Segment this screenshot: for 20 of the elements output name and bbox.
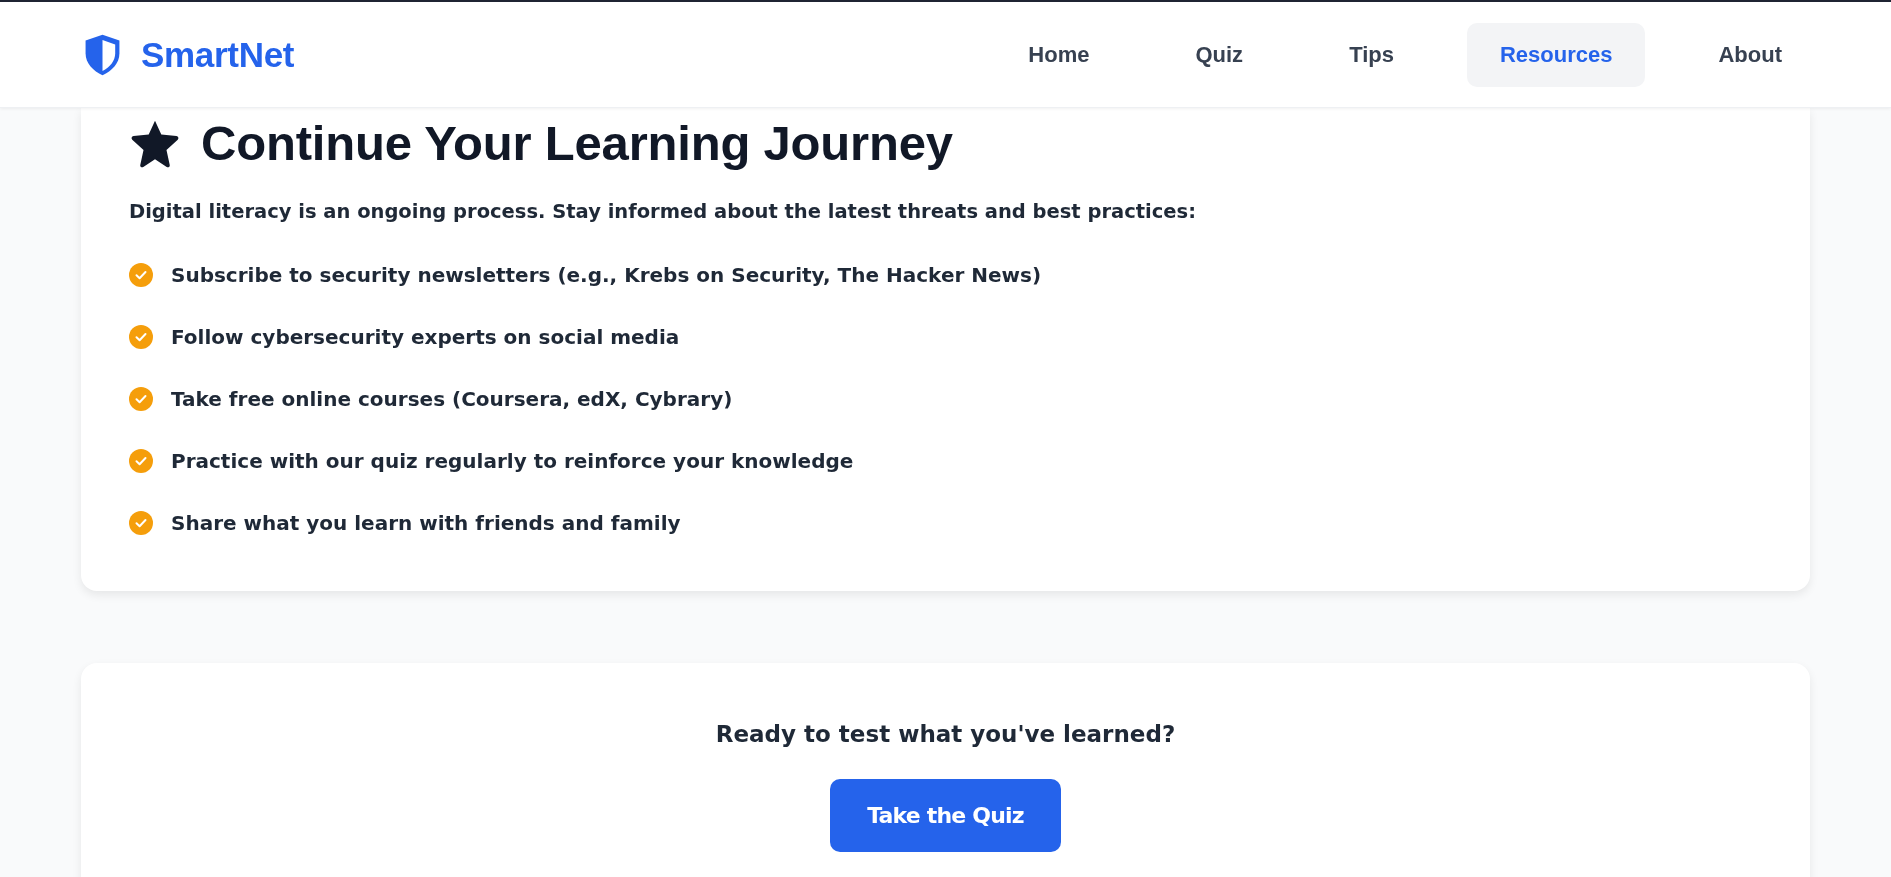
list-item-text: Follow cybersecurity experts on social media bbox=[171, 324, 680, 351]
logo-text[interactable]: SmartNet bbox=[141, 34, 295, 75]
nav-link[interactable]: Home bbox=[995, 22, 1123, 87]
take-quiz-button[interactable]: Take the Quiz bbox=[830, 779, 1061, 852]
check-circle-icon bbox=[129, 263, 153, 287]
nav-link[interactable]: Resources bbox=[1466, 22, 1646, 87]
list-item-text: Practice with our quiz regularly to reinforce your knowledge bbox=[171, 448, 854, 475]
section-title: Continue Your Learning Journey bbox=[201, 115, 953, 172]
nav-link[interactable]: Tips bbox=[1316, 22, 1427, 87]
cta-prompt: Ready to test what you've learned? bbox=[715, 720, 1176, 749]
check-circle-icon bbox=[129, 325, 153, 349]
nav-link[interactable]: About bbox=[1685, 22, 1815, 87]
nav-link[interactable]: Quiz bbox=[1162, 22, 1277, 87]
list-item-text: Take free online courses (Coursera, edX, Cybrary) bbox=[171, 386, 733, 413]
check-circle-icon bbox=[129, 511, 153, 535]
list-item-text: Subscribe to security newsletters (e.g., Krebs on Security, The Hacker News) bbox=[171, 262, 1042, 289]
intro-text: Digital literacy is an ongoing process. Stay informed about the latest threats and best practices: bbox=[129, 199, 1197, 225]
check-circle-icon bbox=[129, 387, 153, 411]
list-item-text: Share what you learn with friends and family bbox=[171, 510, 681, 537]
check-circle-icon bbox=[129, 449, 153, 473]
